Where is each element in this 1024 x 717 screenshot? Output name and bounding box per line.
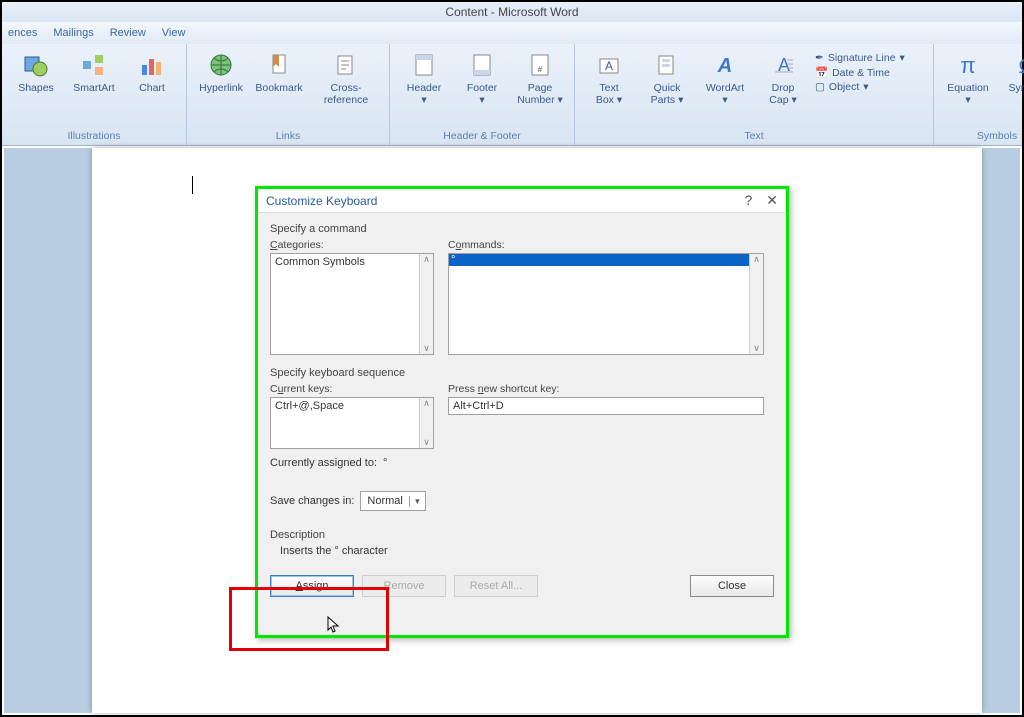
categories-label: Categories: xyxy=(270,239,434,251)
scrollbar[interactable]: ∧∨ xyxy=(749,254,763,354)
footer-button[interactable]: Footer▾ xyxy=(456,48,508,128)
window-title: Content - Microsoft Word xyxy=(2,2,1022,22)
svg-text:Ω: Ω xyxy=(1019,56,1024,78)
date-time-button[interactable]: 📅Date & Time xyxy=(815,66,925,79)
pagenumber-icon: # xyxy=(525,50,555,80)
current-keys-listbox[interactable]: Ctrl+@,Space ∧∨ xyxy=(270,397,434,449)
list-item[interactable]: Common Symbols xyxy=(275,256,365,268)
crossref-button[interactable]: Cross-reference xyxy=(311,48,381,128)
signature-line-button[interactable]: ✒Signature Line ▾ xyxy=(815,52,925,64)
specify-sequence-label: Specify keyboard sequence xyxy=(270,367,774,379)
ribbon: Shapes SmartArt Chart Illustrations Hype… xyxy=(2,44,1022,146)
currently-assigned-row: Currently assigned to: ° xyxy=(270,457,774,469)
dropcap-button[interactable]: A Drop Cap ▾ xyxy=(757,48,809,128)
group-title-hf: Header & Footer xyxy=(398,128,566,145)
reset-all-button: Reset All... xyxy=(454,575,538,597)
group-symbols: π Equation▾ Ω Symbol▾ Symbols xyxy=(934,44,1024,145)
pi-icon: π xyxy=(953,50,983,80)
group-title-illustrations: Illustrations xyxy=(10,128,178,145)
dialog-title: Customize Keyboard xyxy=(266,194,377,208)
ribbon-tabs: ences Mailings Review View xyxy=(2,22,1022,44)
footer-icon xyxy=(467,50,497,80)
commands-label: Commands: xyxy=(448,239,764,251)
header-button[interactable]: Header▾ xyxy=(398,48,450,128)
equation-button[interactable]: π Equation▾ xyxy=(942,48,994,128)
assign-button[interactable]: Assign xyxy=(270,575,354,597)
quickparts-button[interactable]: Quick Parts ▾ xyxy=(641,48,693,128)
signature-icon: ✒ xyxy=(815,52,824,64)
close-button[interactable]: Close xyxy=(690,575,774,597)
scrollbar[interactable]: ∧∨ xyxy=(419,398,433,448)
shapes-button[interactable]: Shapes xyxy=(10,48,62,128)
smartart-icon xyxy=(79,50,109,80)
description-text: Inserts the ° character xyxy=(270,545,774,557)
header-icon xyxy=(409,50,439,80)
tab-view[interactable]: View xyxy=(162,27,186,39)
crossref-icon xyxy=(331,50,361,80)
dialog-titlebar: Customize Keyboard ? ✕ xyxy=(258,189,786,213)
svg-text:A: A xyxy=(717,55,732,77)
tab-mailings[interactable]: Mailings xyxy=(53,27,93,39)
description-label: Description xyxy=(270,529,774,541)
specify-command-label: Specify a command xyxy=(270,223,774,235)
group-title-links: Links xyxy=(195,128,381,145)
svg-text:#: # xyxy=(538,65,543,74)
svg-text:π: π xyxy=(960,53,975,78)
hyperlink-button[interactable]: Hyperlink xyxy=(195,48,247,128)
new-shortcut-input[interactable]: Alt+Ctrl+D xyxy=(448,397,764,415)
wordart-icon: A xyxy=(710,50,740,80)
save-changes-select[interactable]: Normal ▾ xyxy=(360,491,425,511)
omega-icon: Ω xyxy=(1011,50,1024,80)
save-changes-row: Save changes in: Normal ▾ xyxy=(270,491,774,511)
quickparts-icon xyxy=(652,50,682,80)
categories-listbox[interactable]: Common Symbols ∧∨ xyxy=(270,253,434,355)
list-item-selected[interactable]: ° xyxy=(449,254,749,266)
group-text: A Text Box ▾ Quick Parts ▾ A WordArt▾ A … xyxy=(575,44,934,145)
bookmark-icon xyxy=(264,50,294,80)
tab-references[interactable]: ences xyxy=(8,27,37,39)
bookmark-button[interactable]: Bookmark xyxy=(253,48,305,128)
help-button[interactable]: ? xyxy=(744,192,752,209)
symbol-button[interactable]: Ω Symbol▾ xyxy=(1000,48,1024,128)
close-icon[interactable]: ✕ xyxy=(766,192,778,209)
chart-button[interactable]: Chart xyxy=(126,48,178,128)
pagenumber-button[interactable]: # Page Number ▾ xyxy=(514,48,566,128)
svg-text:A: A xyxy=(605,59,613,73)
current-keys-label: Current keys: xyxy=(270,383,434,395)
dropcap-icon: A xyxy=(768,50,798,80)
tab-review[interactable]: Review xyxy=(110,27,146,39)
text-cursor xyxy=(192,176,193,194)
scrollbar[interactable]: ∧∨ xyxy=(419,254,433,354)
wordart-button[interactable]: A WordArt▾ xyxy=(699,48,751,128)
group-title-symbols: Symbols xyxy=(942,128,1024,145)
group-header-footer: Header▾ Footer▾ # Page Number ▾ Header &… xyxy=(390,44,575,145)
chart-icon xyxy=(137,50,167,80)
shapes-icon xyxy=(21,50,51,80)
commands-listbox[interactable]: ° ∧∨ xyxy=(448,253,764,355)
group-illustrations: Shapes SmartArt Chart Illustrations xyxy=(2,44,187,145)
object-icon: ▢ xyxy=(815,81,825,93)
customize-keyboard-dialog: Customize Keyboard ? ✕ Specify a command… xyxy=(255,186,789,638)
group-title-text: Text xyxy=(583,128,925,145)
textbox-button[interactable]: A Text Box ▾ xyxy=(583,48,635,128)
chevron-down-icon: ▾ xyxy=(409,496,425,507)
smartart-button[interactable]: SmartArt xyxy=(68,48,120,128)
remove-button: Remove xyxy=(362,575,446,597)
object-button[interactable]: ▢Object ▾ xyxy=(815,81,925,93)
globe-icon xyxy=(206,50,236,80)
group-links: Hyperlink Bookmark Cross-reference Links xyxy=(187,44,390,145)
textbox-icon: A xyxy=(594,50,624,80)
text-small-items: ✒Signature Line ▾ 📅Date & Time ▢Object ▾ xyxy=(815,48,925,128)
press-new-label: Press new shortcut key: xyxy=(448,383,774,395)
calendar-icon: 📅 xyxy=(815,66,828,79)
